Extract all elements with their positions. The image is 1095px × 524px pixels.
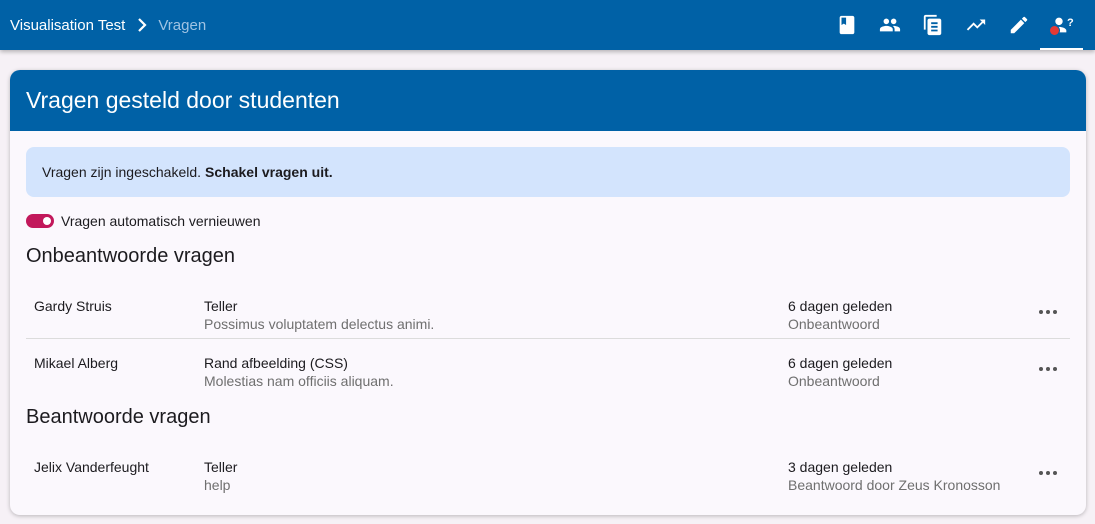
pencil-icon[interactable]: [997, 0, 1040, 50]
breadcrumb-course[interactable]: Visualisation Test: [10, 17, 125, 34]
alert-text: Vragen zijn ingeschakeld.: [42, 164, 202, 180]
disable-questions-link[interactable]: Schakel vragen uit.: [205, 164, 333, 180]
question-user-icon[interactable]: ?: [1040, 0, 1083, 50]
trending-up-icon[interactable]: [954, 0, 997, 50]
breadcrumb-current: Vragen: [158, 16, 207, 34]
book-icon[interactable]: [825, 0, 868, 50]
answered-section-title: Beantwoorde vragen: [26, 406, 211, 428]
document-icon[interactable]: [911, 0, 954, 50]
more-options-icon[interactable]: [1034, 463, 1062, 483]
auto-refresh-switch[interactable]: [26, 214, 54, 228]
question-status: Beantwoord door Zeus Kronosson: [788, 477, 1001, 493]
question-time: 6 dagen geleden: [788, 355, 893, 371]
question-preview: Molestias nam officiis aliquam.: [204, 373, 394, 389]
question-time: 3 dagen geleden: [788, 459, 893, 475]
auto-refresh-toggle-row: Vragen automatisch vernieuwen: [26, 213, 261, 229]
question-row[interactable]: Gardy Struis Teller Possimus voluptatem …: [26, 284, 1070, 339]
question-preview: help: [204, 477, 231, 493]
nav-icons: ?: [825, 0, 1083, 50]
question-preview: Possimus voluptatem delectus animi.: [204, 316, 435, 332]
auto-refresh-label: Vragen automatisch vernieuwen: [61, 213, 261, 229]
page-title: Vragen gesteld door studenten: [26, 87, 340, 113]
card-header: Vragen gesteld door studenten: [10, 70, 1086, 131]
student-name: Mikael Alberg: [34, 355, 119, 371]
question-subject: Teller: [204, 459, 238, 475]
chevron-right-icon: [137, 18, 147, 32]
question-row[interactable]: Mikael Alberg Rand afbeelding (CSS) Mole…: [26, 341, 1070, 396]
question-status: Onbeantwoord: [788, 316, 880, 332]
question-time: 6 dagen geleden: [788, 298, 893, 314]
unanswered-section-title: Onbeantwoorde vragen: [26, 245, 236, 267]
question-subject: Teller: [204, 298, 238, 314]
questions-card: Vragen gesteld door studenten Vragen zij…: [10, 70, 1086, 515]
question-subject: Rand afbeelding (CSS): [204, 355, 348, 371]
people-icon[interactable]: [868, 0, 911, 50]
question-status: Onbeantwoord: [788, 373, 880, 389]
switch-knob: [43, 217, 51, 225]
top-app-bar: Visualisation Test Vragen ?: [0, 0, 1095, 50]
student-name: Gardy Struis: [34, 298, 112, 314]
notification-dot-icon: [1049, 25, 1060, 36]
more-options-icon[interactable]: [1034, 359, 1062, 379]
breadcrumb: Visualisation Test Vragen: [0, 0, 206, 50]
question-row[interactable]: Jelix Vanderfeught Teller help 3 dagen g…: [26, 445, 1070, 500]
questions-enabled-alert: Vragen zijn ingeschakeld. Schakel vragen…: [26, 147, 1070, 197]
question-mark-icon: ?: [1067, 17, 1074, 29]
more-options-icon[interactable]: [1034, 302, 1062, 322]
student-name: Jelix Vanderfeught: [34, 459, 149, 475]
